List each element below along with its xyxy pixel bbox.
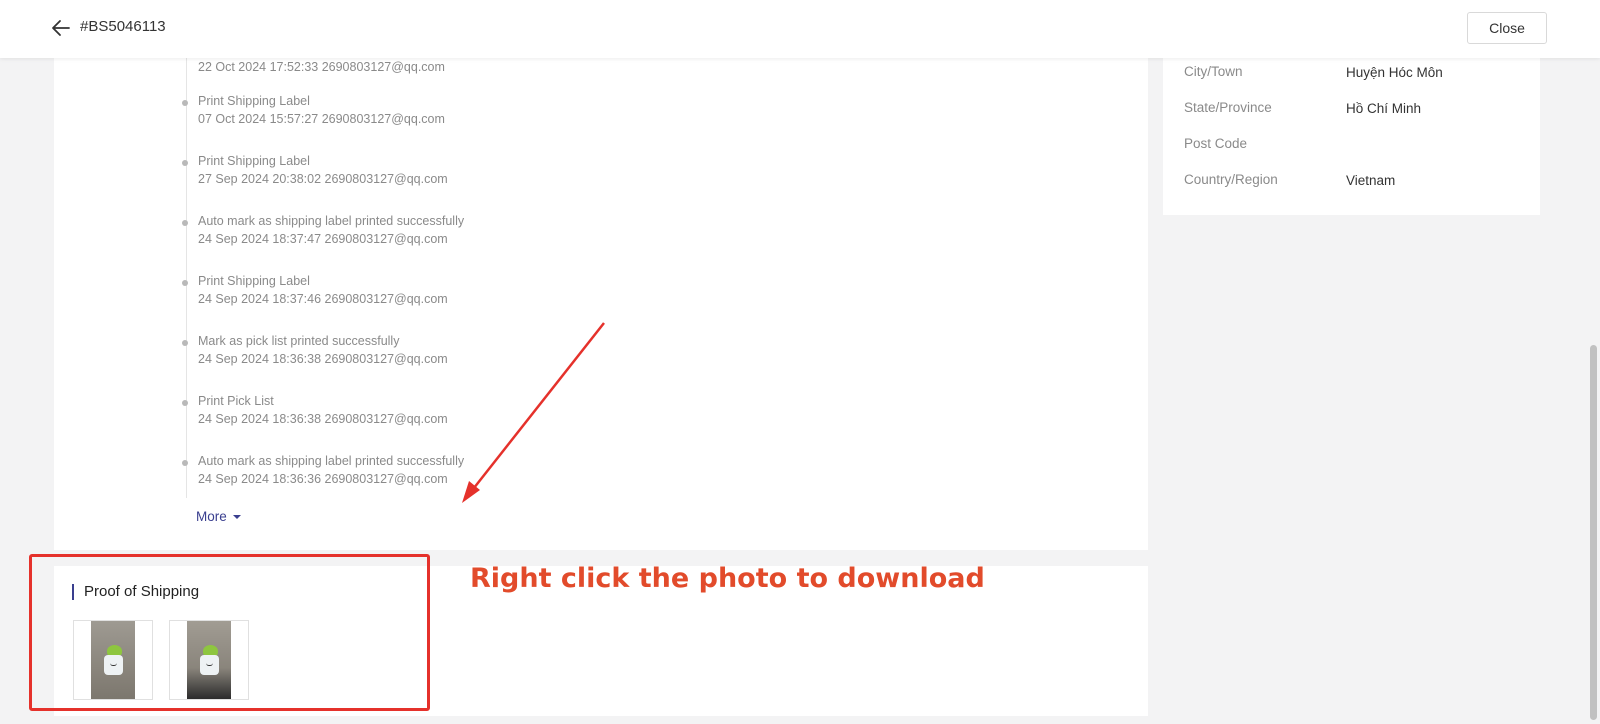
- address-value: Huyện Hóc Môn: [1346, 65, 1443, 80]
- timeline-meta: 24 Sep 2024 18:37:47 2690803127@qq.com: [198, 232, 448, 246]
- timeline-action: Auto mark as shipping label printed succ…: [198, 454, 465, 468]
- address-label: Country/Region: [1184, 172, 1278, 187]
- timeline-dot: [182, 280, 188, 286]
- address-value: Vietnam: [1346, 173, 1396, 188]
- address-label: City/Town: [1184, 64, 1243, 79]
- timeline-action: Print Shipping Label: [198, 94, 310, 108]
- timeline-dot: [182, 100, 188, 106]
- timeline-meta: 27 Sep 2024 20:38:02 2690803127@qq.com: [198, 172, 448, 186]
- more-link[interactable]: More: [196, 509, 242, 524]
- caret-down-icon: [232, 514, 241, 519]
- timeline-action: Auto mark as shipping label printed succ…: [198, 214, 465, 228]
- timeline-meta: 07 Oct 2024 15:57:27 2690803127@qq.com: [198, 112, 445, 126]
- scrollbar-thumb[interactable]: [1590, 345, 1597, 720]
- timeline-action: Print Shipping Label: [198, 154, 310, 168]
- timeline-meta: 24 Sep 2024 18:36:38 2690803127@qq.com: [198, 412, 448, 426]
- timeline-meta: 24 Sep 2024 18:36:38 2690803127@qq.com: [198, 352, 448, 366]
- timeline-action: Print Shipping Label: [198, 274, 310, 288]
- back-arrow-icon[interactable]: [50, 17, 72, 39]
- top-bar: #BS5046113 Close: [0, 0, 1600, 58]
- timeline-action: Mark as pick list printed successfully: [198, 334, 400, 348]
- timeline-dot: [182, 460, 188, 466]
- address-label: State/Province: [1184, 100, 1272, 115]
- address-label: Post Code: [1184, 136, 1248, 151]
- timeline-meta: 22 Oct 2024 17:52:33 2690803127@qq.com: [198, 60, 445, 74]
- highlight-box: [29, 554, 430, 711]
- more-label: More: [196, 509, 227, 524]
- timeline-dot: [182, 220, 188, 226]
- timeline-action: Print Pick List: [198, 394, 274, 408]
- timeline-dot: [182, 160, 188, 166]
- address-value: Hồ Chí Minh: [1346, 101, 1422, 116]
- timeline-dot: [182, 400, 188, 406]
- timeline-dot: [182, 340, 188, 346]
- close-button[interactable]: Close: [1467, 12, 1547, 44]
- timeline-line: [186, 58, 187, 498]
- order-id-title: #BS5046113: [80, 18, 166, 35]
- timeline-meta: 24 Sep 2024 18:37:46 2690803127@qq.com: [198, 292, 448, 306]
- instruction-hint: Right click the photo to download: [470, 563, 985, 594]
- timeline-meta: 24 Sep 2024 18:36:36 2690803127@qq.com: [198, 472, 448, 486]
